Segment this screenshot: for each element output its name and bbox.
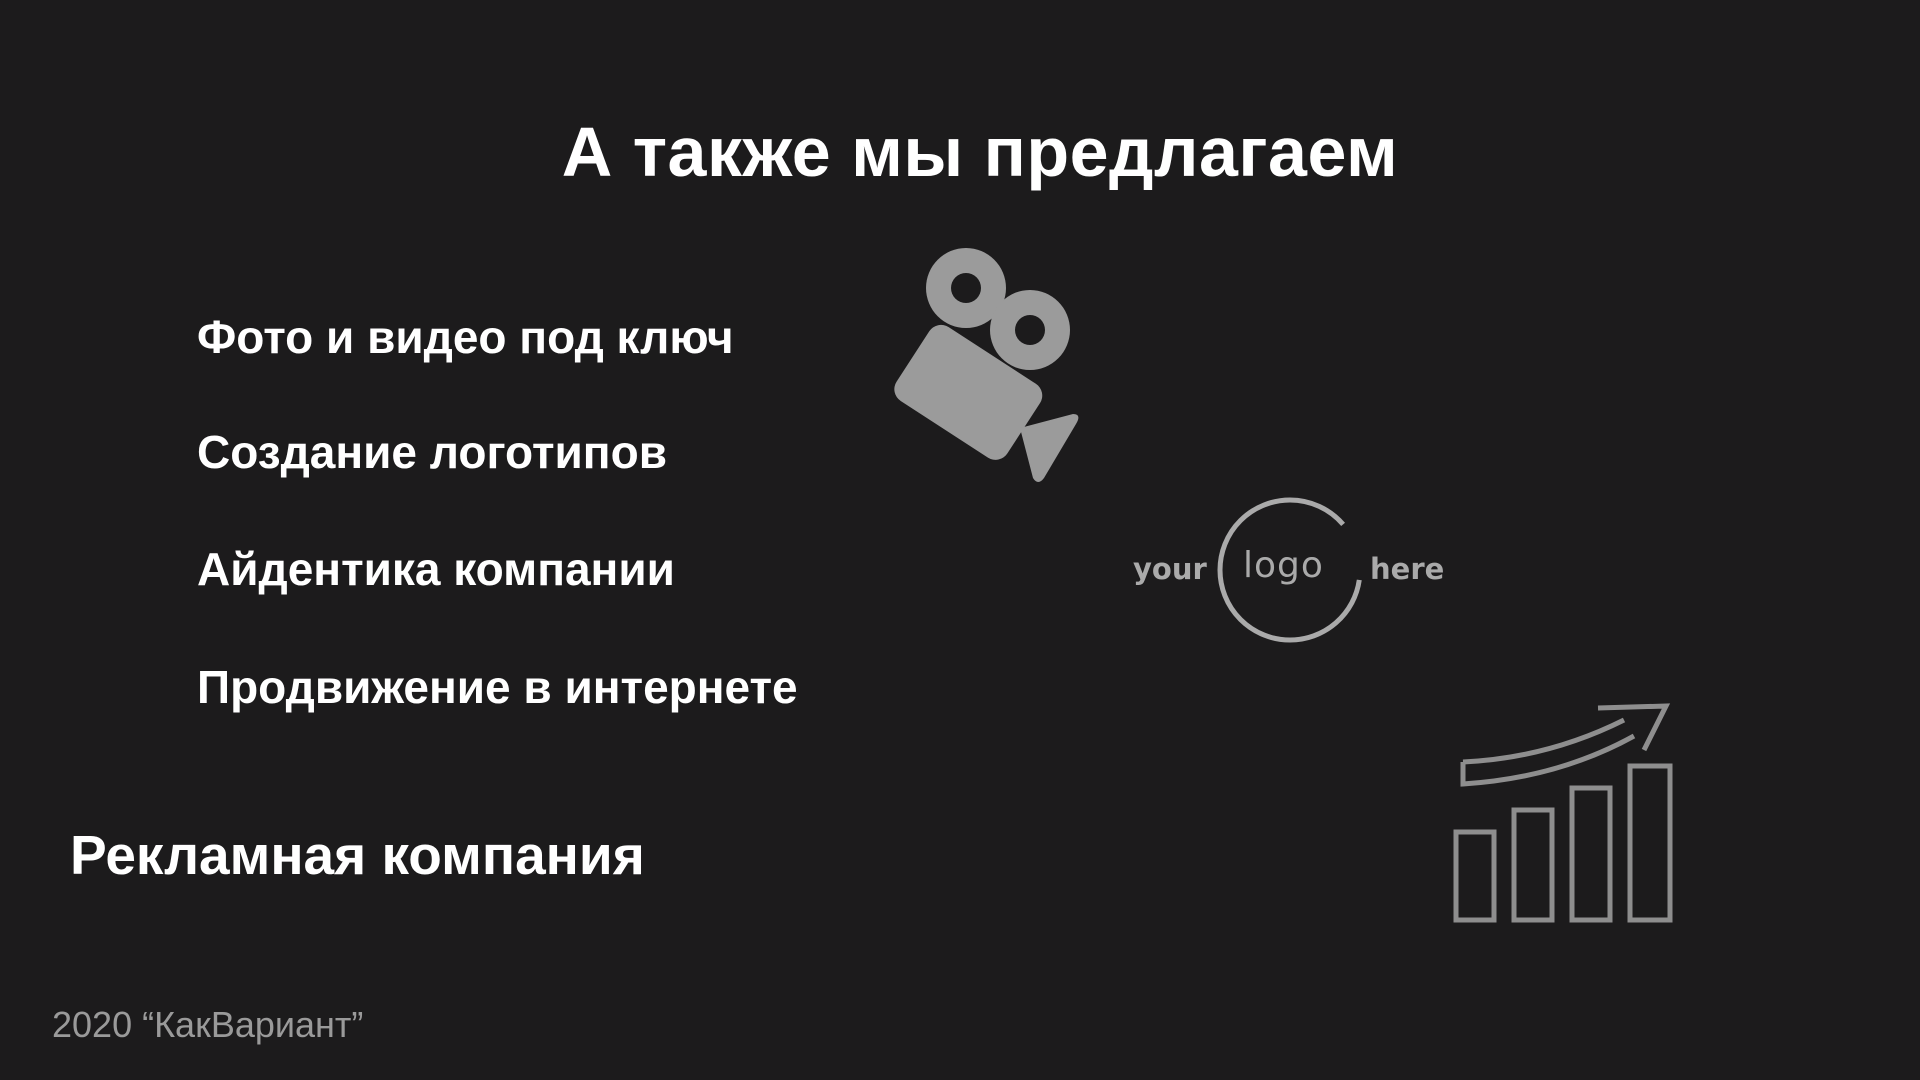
service-item-internet-promotion: Продвижение в интернете: [197, 661, 798, 713]
footer-copyright: 2020 “КакВариант”: [52, 1004, 364, 1045]
service-item-logo-design: Создание логотипов: [197, 426, 667, 478]
logo-text-here: here: [1370, 552, 1445, 586]
service-item-photo-video: Фото и видео под ключ: [197, 311, 734, 363]
logo-text-your: your: [1133, 552, 1207, 586]
logo-placeholder-graphic: your logo here: [1130, 495, 1450, 645]
service-item-brand-identity: Айдентика компании: [197, 543, 675, 595]
video-camera-icon: [894, 248, 1079, 482]
logo-text-logo: logo: [1243, 545, 1324, 586]
presentation-slide: А также мы предлагаем Фото и видео под к…: [0, 0, 1920, 1080]
growth-chart-icon: [1453, 703, 1673, 923]
ad-campaign-heading: Рекламная компания: [70, 824, 645, 886]
slide-title: А также мы предлагаем: [561, 113, 1399, 191]
